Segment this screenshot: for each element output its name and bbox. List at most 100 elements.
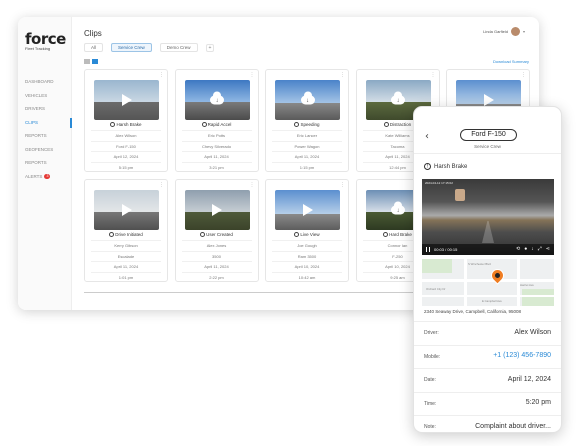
download-icon[interactable]: ↓ <box>531 247 534 252</box>
download-summary-link[interactable]: Download Summary <box>493 59 529 64</box>
tab-demo-crew[interactable]: Demo Crew <box>159 43 198 52</box>
add-tab-button[interactable]: + <box>205 43 215 52</box>
clip-event-label: Drive Initiated <box>115 232 143 237</box>
clip-date: April 11, 2024 <box>181 261 252 271</box>
vehicle-group: Service Crew <box>474 144 501 149</box>
sidebar-item-label: DASHBOARD <box>25 79 54 84</box>
video-player[interactable]: 2024-04-12 17:15:02 00:03 / 00:15 ⟲ ● ↓ … <box>422 179 554 255</box>
avatar[interactable] <box>510 27 520 36</box>
clip-event: User Created <box>176 232 258 238</box>
volume-icon[interactable]: ● <box>524 247 527 252</box>
map-label: Orchard City Dr <box>426 287 446 291</box>
more-icon[interactable]: ⋮ <box>159 182 164 188</box>
detail-value: April 12, 2024 <box>507 375 551 383</box>
chevron-down-icon[interactable]: ▾ <box>523 29 525 34</box>
clip-thumbnail[interactable] <box>275 190 340 230</box>
clip-card[interactable]: ⋮ Live View Joe Gough Ram 3500 April 10, 202… <box>265 179 349 282</box>
list-view-icon[interactable] <box>84 59 90 64</box>
sidebar-item-alerts[interactable]: ALERTS 3 <box>18 170 72 184</box>
detail-value: Complaint about driver... <box>475 422 551 430</box>
sidebar-item-label: VEHICLES <box>25 92 48 98</box>
clip-time: 1:15 pm <box>272 161 342 172</box>
clip-thumbnail[interactable]: ↓ <box>184 80 250 120</box>
clip-card[interactable]: ⋮ ↓ Speeding Eric Lancer Power Wagon April 11… <box>265 69 349 172</box>
play-icon[interactable] <box>212 204 222 216</box>
pause-icon[interactable] <box>426 247 430 252</box>
share-icon[interactable]: ⋖ <box>546 247 550 252</box>
clip-driver: Alex Jones <box>181 240 252 250</box>
clip-thumbnail[interactable] <box>94 80 159 120</box>
clip-event-label: Live View <box>300 232 320 237</box>
sidebar-item-reports[interactable]: REPORTS <box>18 156 72 170</box>
map-label: E Campbell Ave <box>482 299 502 303</box>
clip-thumbnail[interactable]: ↓ <box>275 80 340 120</box>
sidebar: force Fleet Tracking DASHBOARD VEHICLES DR… <box>18 17 72 310</box>
clip-event-label: User Created <box>206 232 233 237</box>
alert-icon: ! <box>424 163 431 170</box>
play-icon[interactable] <box>121 204 132 216</box>
more-icon[interactable]: ⋮ <box>250 72 255 78</box>
play-icon[interactable] <box>302 204 313 216</box>
map-road <box>464 259 467 306</box>
fullscreen-icon[interactable]: ⤢ <box>538 247 542 252</box>
more-icon[interactable]: ⋮ <box>431 72 436 78</box>
clip-vehicle: 3500 <box>181 250 252 261</box>
more-icon[interactable]: ⋮ <box>340 182 345 188</box>
clip-card[interactable]: ⋮ Drive Initiated Kerry Gibson Escalade Apri… <box>84 179 168 282</box>
sidebar-item-label: REPORTS <box>25 133 47 138</box>
play-icon[interactable] <box>121 94 132 106</box>
clip-event: Rapid Accel <box>176 122 258 128</box>
clip-time: 2:22 pm <box>181 271 252 282</box>
detail-label: Note: <box>424 424 436 430</box>
user-name: Linda Garfield <box>483 29 508 34</box>
more-icon[interactable]: ⋮ <box>340 72 345 78</box>
clip-event-label: Hard Brake <box>389 232 412 237</box>
sidebar-item-dashboard[interactable]: DASHBOARD <box>18 75 72 89</box>
user-menu[interactable]: Linda Garfield ▾ <box>483 27 525 36</box>
detail-value[interactable]: +1 (123) 456-7890 <box>493 352 551 359</box>
vehicle-pill[interactable]: Ford F-150 <box>460 129 517 141</box>
clip-thumbnail[interactable] <box>94 190 159 230</box>
distraction-icon <box>383 122 389 128</box>
detail-row-time: Time: 5:20 pm <box>414 391 561 416</box>
more-icon[interactable]: ⋮ <box>521 72 526 78</box>
back-chevron-icon[interactable]: ‹ <box>425 131 429 142</box>
play-icon[interactable] <box>483 94 494 106</box>
event-map[interactable]: S Winchester Blvd Harriet Ave Orchard Ci… <box>422 259 554 306</box>
sidebar-item-geofences[interactable]: GEOFENCES <box>18 143 72 157</box>
sidebar-item-clips[interactable]: CLIPS <box>18 116 72 130</box>
sidebar-item-label: REPORTS <box>25 160 47 165</box>
alert-icon <box>383 232 389 238</box>
detail-label: Date: <box>424 377 436 383</box>
tab-service-crew[interactable]: Service Crew <box>111 43 152 52</box>
arrow-down-icon: ↓ <box>306 98 309 105</box>
clip-driver: Kerry Gibson <box>91 240 161 250</box>
tab-all[interactable]: All <box>84 43 104 52</box>
view-toggle <box>84 59 98 64</box>
clip-time: 1:01 pm <box>91 271 161 282</box>
clip-time: 10:42 am <box>272 271 342 282</box>
page-title: Clips <box>84 29 102 38</box>
sidebar-item-vehicles[interactable]: VEHICLES <box>18 89 72 103</box>
clip-card[interactable]: ⋮ User Created Alex Jones 3500 April 11, 202… <box>174 179 259 282</box>
sidebar-item-label: ALERTS <box>25 173 43 179</box>
more-icon[interactable]: ⋮ <box>159 72 164 78</box>
grid-view-icon[interactable] <box>92 59 98 64</box>
event-name: Harsh Brake <box>434 163 468 170</box>
sidebar-item-drivers[interactable]: DRIVERS <box>18 102 72 116</box>
clip-driver: Alex Wilson <box>91 130 161 140</box>
clip-driver: Joe Gough <box>272 240 342 250</box>
detail-label: Mobile: <box>424 353 441 360</box>
video-time: 00:03 / 00:15 <box>434 247 458 252</box>
clip-card[interactable]: ⋮ ↓ Rapid Accel Eric Potts Chevy Silverado Ap… <box>174 69 259 172</box>
sidebar-item-reports[interactable]: REPORTS <box>18 129 72 143</box>
clip-thumbnail[interactable] <box>184 190 250 230</box>
clip-vehicle: Power Wagon <box>272 140 342 151</box>
clip-card[interactable]: ⋮ Harsh Brake Alex WilsonFord F-150April 1… <box>84 69 168 172</box>
clip-time: 3:21 pm <box>181 161 252 172</box>
replay-icon[interactable]: ⟲ <box>516 247 520 252</box>
more-icon[interactable]: ⋮ <box>250 182 255 188</box>
clip-date: April 11, 2024 <box>272 151 342 161</box>
clip-driver: Eric Lancer <box>272 130 342 140</box>
arrow-down-icon: ↓ <box>396 208 400 215</box>
